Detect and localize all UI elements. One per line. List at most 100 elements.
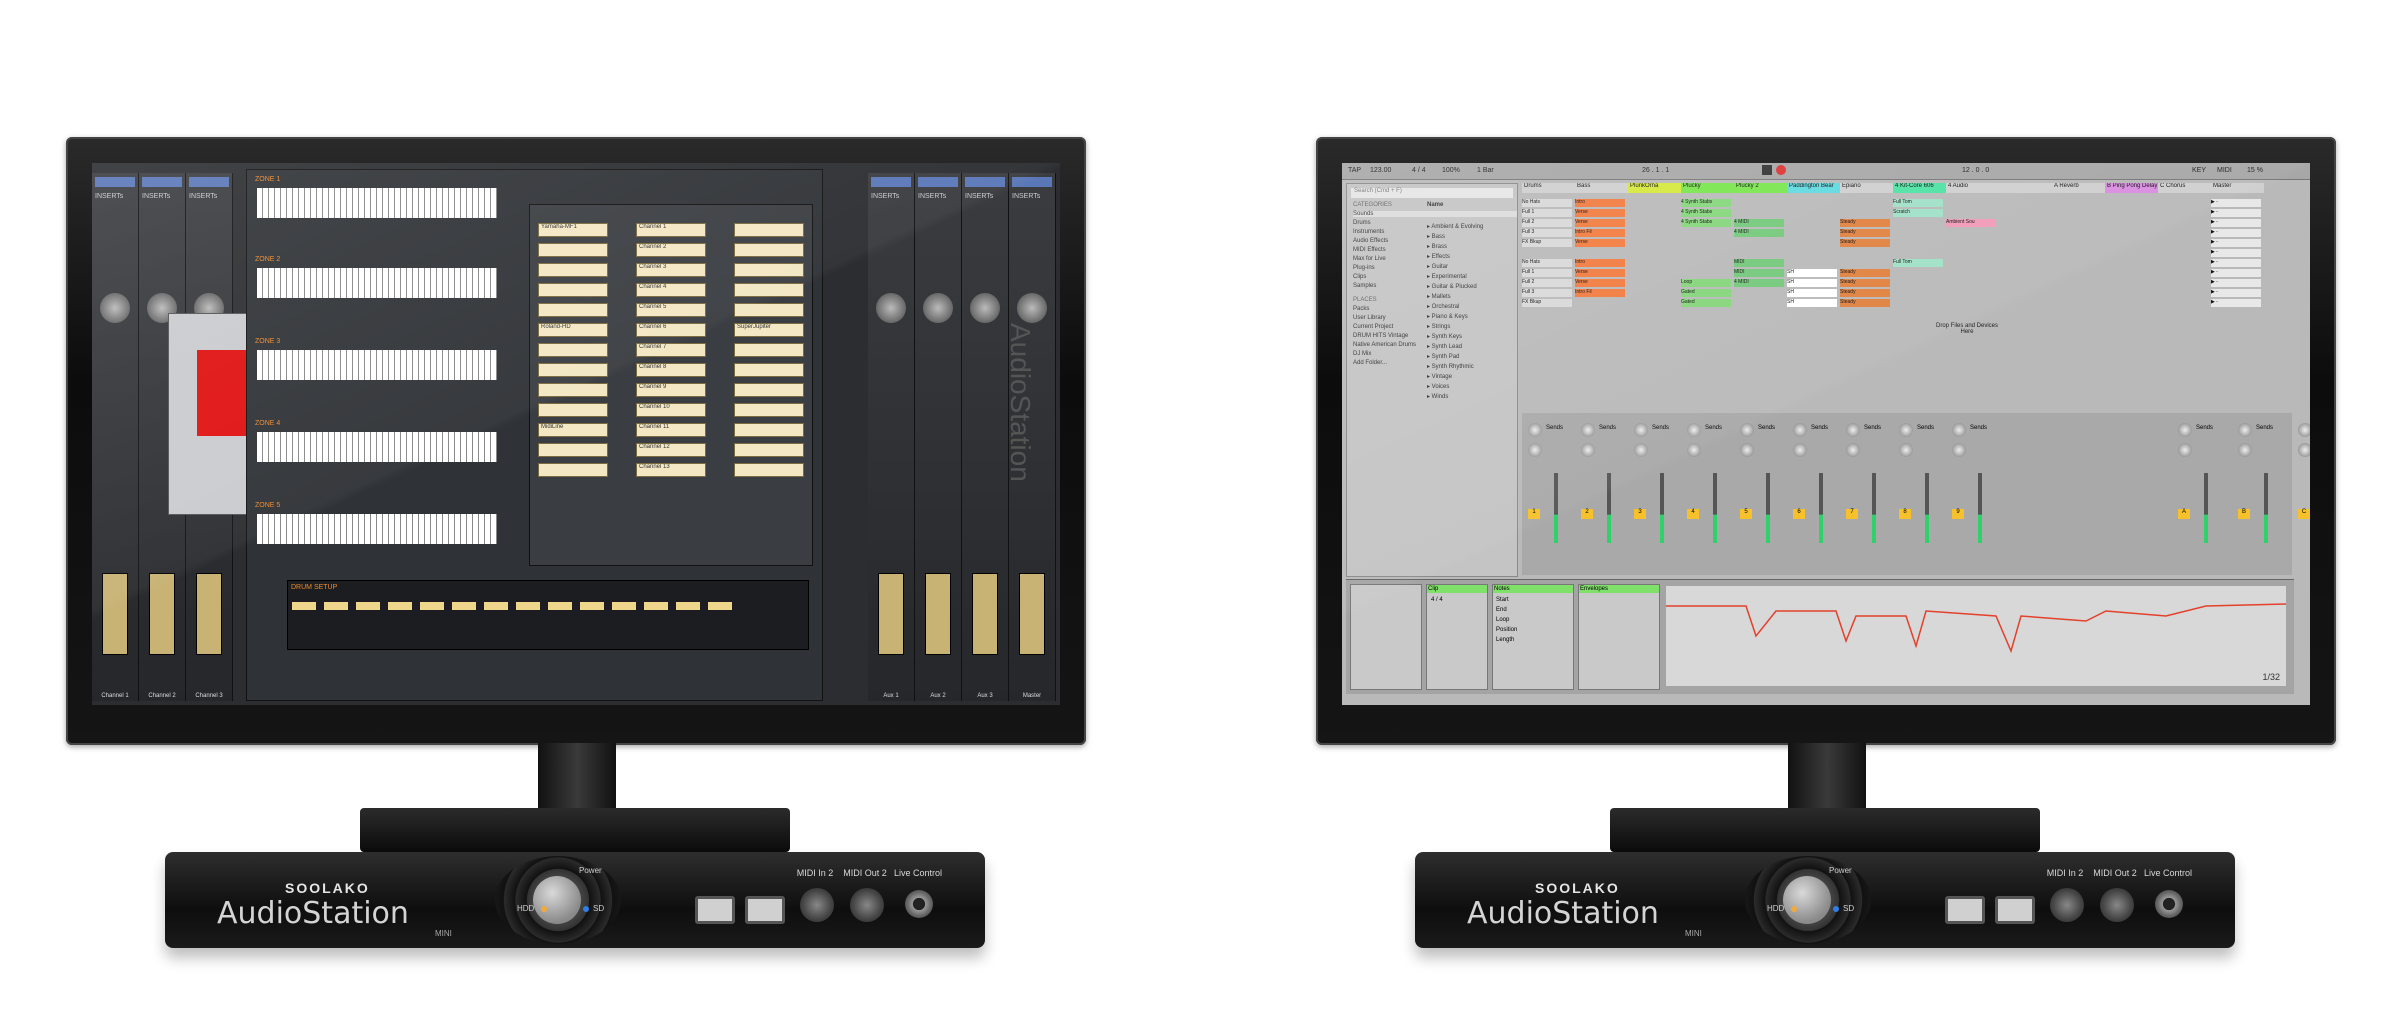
scene-launch-button[interactable]: ▶ - <box>2211 239 2261 247</box>
router-output-slot[interactable] <box>734 283 804 297</box>
send-knob-icon[interactable] <box>1687 443 1701 457</box>
track-header[interactable]: Drums <box>1522 183 1575 193</box>
clip-slot[interactable]: 4 Synth Stabs <box>1681 199 1731 207</box>
drum-pad[interactable] <box>676 602 700 610</box>
browser-folder-item[interactable]: ▸ Bass <box>1427 233 1515 240</box>
browser-folder-item[interactable]: ▸ Vintage <box>1427 373 1515 380</box>
strip-tag[interactable] <box>871 177 911 187</box>
volume-fader[interactable] <box>972 573 998 655</box>
drum-pad[interactable] <box>388 602 412 610</box>
clip-slot[interactable]: Scratch <box>1893 209 1943 217</box>
quantize-field[interactable]: 1 Bar <box>1477 167 1494 174</box>
drum-pad[interactable] <box>548 602 572 610</box>
send-knob-icon[interactable] <box>1581 443 1595 457</box>
meter-field[interactable]: 4 / 4 <box>1412 167 1426 174</box>
scene-launch-button[interactable]: ▶ - <box>2211 229 2261 237</box>
clip-slot[interactable]: FX Bkup <box>1522 239 1572 247</box>
clip-slot[interactable]: Gated <box>1681 289 1731 297</box>
track-activator-button[interactable]: 9 <box>1952 509 1964 519</box>
router-output-slot[interactable] <box>734 343 804 357</box>
browser-folder-item[interactable]: ▸ Piano & Keys <box>1427 313 1515 320</box>
scene-launch-button[interactable]: ▶ - <box>2211 269 2261 277</box>
router-channel-slot[interactable]: Channel 6 <box>636 323 706 337</box>
clip-slot[interactable]: Steady <box>1840 219 1890 227</box>
clip-slot[interactable]: Steady <box>1840 289 1890 297</box>
clip-slot[interactable]: SH <box>1787 289 1837 297</box>
router-channel-slot[interactable]: Channel 2 <box>636 243 706 257</box>
router-output-slot[interactable] <box>734 363 804 377</box>
drum-pad[interactable] <box>420 602 444 610</box>
tempo-field[interactable]: 123.00 <box>1370 167 1391 174</box>
track-activator-button[interactable]: 5 <box>1740 509 1752 519</box>
track-activator-button[interactable]: 1 <box>1528 509 1540 519</box>
send-knob-icon[interactable] <box>1793 423 1807 437</box>
browser-folder-item[interactable]: ▸ Brass <box>1427 243 1515 250</box>
clip-slot[interactable]: Full Tom <box>1893 259 1943 267</box>
browser-folder-item[interactable]: ▸ Strings <box>1427 323 1515 330</box>
clip-slot[interactable]: Intro Fil <box>1575 289 1625 297</box>
power-knob[interactable] <box>1783 876 1831 924</box>
keyboard-icon[interactable] <box>257 350 497 380</box>
send-knob-icon[interactable] <box>2238 423 2252 437</box>
send-knob-icon[interactable] <box>2178 423 2192 437</box>
send-knob-icon[interactable] <box>1740 423 1754 437</box>
router-input-slot[interactable] <box>538 343 608 357</box>
browser-folder-item[interactable]: ▸ Orchestral <box>1427 303 1515 310</box>
router-input-slot[interactable]: Yamaha-MF1 <box>538 223 608 237</box>
router-output-slot[interactable] <box>734 263 804 277</box>
browser-folder-item[interactable]: ▸ Mallets <box>1427 293 1515 300</box>
router-channel-slot[interactable]: Channel 10 <box>636 403 706 417</box>
track-activator-button[interactable]: B <box>2238 509 2250 519</box>
track-header[interactable]: A Reverb <box>2052 183 2105 193</box>
browser-folder-item[interactable]: ▸ Synth Lead <box>1427 343 1515 350</box>
router-input-slot[interactable] <box>538 443 608 457</box>
drum-pad[interactable] <box>452 602 476 610</box>
router-channel-slot[interactable]: Channel 1 <box>636 223 706 237</box>
router-channel-slot[interactable]: Channel 9 <box>636 383 706 397</box>
keyboard-icon[interactable] <box>257 188 497 218</box>
router-channel-slot[interactable]: Channel 13 <box>636 463 706 477</box>
track-header[interactable]: Master <box>2211 183 2264 193</box>
scene-launch-button[interactable]: ▶ - <box>2211 299 2261 307</box>
volume-fader[interactable] <box>878 573 904 655</box>
scene-launch-button[interactable]: ▶ - <box>2211 289 2261 297</box>
track-activator-button[interactable]: 6 <box>1793 509 1805 519</box>
position-field[interactable]: 26 . 1 . 1 <box>1642 167 1669 174</box>
send-knob-icon[interactable] <box>1581 423 1595 437</box>
router-output-slot[interactable] <box>734 223 804 237</box>
key-map-button[interactable]: KEY <box>2192 167 2206 174</box>
router-channel-slot[interactable]: Channel 3 <box>636 263 706 277</box>
clip-slot[interactable]: Steady <box>1840 279 1890 287</box>
strip-tag[interactable] <box>142 177 182 187</box>
router-input-slot[interactable] <box>538 283 608 297</box>
knob-icon[interactable] <box>1017 293 1047 323</box>
track-header[interactable]: Epiano <box>1840 183 1893 193</box>
browser-folder-item[interactable]: ▸ Effects <box>1427 253 1515 260</box>
keyboard-icon[interactable] <box>257 514 497 544</box>
router-input-slot[interactable] <box>538 263 608 277</box>
record-icon[interactable] <box>1776 165 1786 175</box>
send-knob-icon[interactable] <box>1634 443 1648 457</box>
browser-folder-item[interactable]: ▸ Guitar & Plucked <box>1427 283 1515 290</box>
track-activator-button[interactable]: 8 <box>1899 509 1911 519</box>
clip-slot[interactable]: Intro <box>1575 259 1625 267</box>
clip-slot[interactable]: Steady <box>1840 269 1890 277</box>
clip-slot[interactable]: Steady <box>1840 299 1890 307</box>
clip-slot[interactable]: 4 MIDI <box>1734 229 1784 237</box>
strip-tag[interactable] <box>965 177 1005 187</box>
clip-slot[interactable]: Full 2 <box>1522 279 1572 287</box>
scene-launch-button[interactable]: ▶ - <box>2211 279 2261 287</box>
clip-slot[interactable]: Full 3 <box>1522 229 1572 237</box>
router-input-slot[interactable]: MidiLine <box>538 423 608 437</box>
browser-folder-item[interactable]: ▸ Synth Pad <box>1427 353 1515 360</box>
browser-folder-item[interactable]: ▸ Synth Keys <box>1427 333 1515 340</box>
router-output-slot[interactable] <box>734 303 804 317</box>
drum-pad[interactable] <box>324 602 348 610</box>
router-channel-slot[interactable]: Channel 7 <box>636 343 706 357</box>
clip-slot[interactable]: Verse <box>1575 269 1625 277</box>
clip-slot[interactable]: SH <box>1787 299 1837 307</box>
track-header[interactable]: B Ping Pong Delay <box>2105 183 2158 193</box>
clip-slot[interactable]: Intro <box>1575 199 1625 207</box>
send-knob-icon[interactable] <box>2298 443 2310 457</box>
clip-slot[interactable]: Verse <box>1575 279 1625 287</box>
